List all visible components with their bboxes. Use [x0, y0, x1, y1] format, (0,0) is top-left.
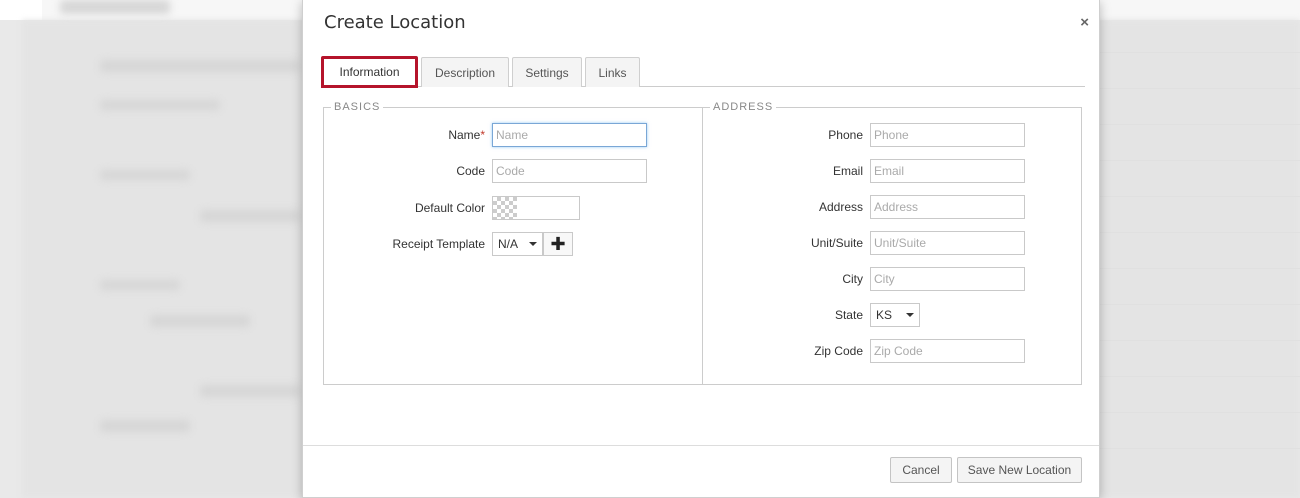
receipt-template-value: N/A — [498, 237, 519, 251]
create-location-modal: Create Location × Information Descriptio… — [302, 0, 1100, 498]
background-blur-block — [100, 420, 190, 432]
zip-code-input[interactable]: Zip Code — [870, 339, 1025, 363]
name-label: Name* — [448, 128, 485, 142]
address-label: Address — [818, 200, 863, 214]
modal-title: Create Location — [324, 12, 466, 33]
zip-code-row: Zip Code Zip Code — [702, 339, 1025, 363]
caret-down-icon — [906, 313, 914, 317]
background-divider — [1100, 340, 1300, 341]
state-label: State — [834, 308, 863, 322]
receipt-template-select[interactable]: N/A — [492, 232, 543, 256]
unit-suite-input[interactable]: Unit/Suite — [870, 231, 1025, 255]
basics-legend: BASICS — [334, 101, 381, 113]
phone-input[interactable]: Phone — [870, 123, 1025, 147]
background-blur-block — [200, 385, 300, 397]
zip-code-label: Zip Code — [814, 344, 863, 358]
unit-suite-label: Unit/Suite — [810, 236, 863, 250]
state-value: KS — [876, 308, 893, 322]
name-input[interactable]: Name — [492, 123, 647, 147]
receipt-template-label: Receipt Template — [392, 237, 486, 251]
caret-down-icon — [529, 242, 537, 246]
cancel-button[interactable]: Cancel — [890, 457, 952, 483]
default-color-row: Default Color — [323, 196, 580, 220]
city-row: City City — [702, 267, 1025, 291]
background-divider — [1100, 124, 1300, 125]
background-divider — [1100, 412, 1300, 413]
close-icon[interactable]: × — [1080, 14, 1089, 31]
default-color-label: Default Color — [414, 201, 485, 215]
email-label: Email — [832, 164, 863, 178]
city-label: City — [842, 272, 863, 286]
code-label: Code — [456, 164, 485, 178]
background-blur-block — [150, 315, 250, 327]
background-divider — [1100, 376, 1300, 377]
background-blur-block — [100, 280, 180, 290]
tab-bar: Information Description Settings Links — [321, 56, 1085, 88]
background-blur-block — [100, 60, 300, 72]
transparent-swatch-icon — [493, 197, 517, 219]
code-row: Code Code — [323, 159, 647, 183]
background-divider — [1100, 448, 1300, 449]
address-row: Address Address — [702, 195, 1025, 219]
background-blur-block — [100, 100, 220, 110]
email-row: Email Email — [702, 159, 1025, 183]
phone-row: Phone Phone — [702, 123, 1025, 147]
background-blur-block — [60, 0, 170, 14]
tab-settings[interactable]: Settings — [512, 57, 582, 87]
address-input[interactable]: Address — [870, 195, 1025, 219]
footer-divider — [303, 445, 1099, 446]
city-input[interactable]: City — [870, 267, 1025, 291]
tab-description[interactable]: Description — [421, 57, 509, 87]
tab-information[interactable]: Information — [321, 56, 418, 88]
phone-label: Phone — [828, 128, 863, 142]
background-divider — [1100, 196, 1300, 197]
address-legend: ADDRESS — [713, 101, 774, 113]
state-select[interactable]: KS — [870, 303, 920, 327]
background-divider — [1100, 232, 1300, 233]
email-input[interactable]: Email — [870, 159, 1025, 183]
code-input[interactable]: Code — [492, 159, 647, 183]
receipt-template-row: Receipt Template N/A ✚ — [323, 232, 573, 256]
tab-links[interactable]: Links — [585, 57, 640, 87]
background-divider — [1100, 160, 1300, 161]
plus-icon: ✚ — [550, 233, 566, 254]
background-blur-block — [100, 170, 190, 180]
name-row: Name* Name — [323, 123, 647, 147]
add-receipt-template-button[interactable]: ✚ — [543, 232, 573, 256]
unit-suite-row: Unit/Suite Unit/Suite — [702, 231, 1025, 255]
background-divider — [1100, 52, 1300, 53]
background-divider — [1100, 268, 1300, 269]
state-row: State KS — [702, 303, 920, 327]
save-new-location-button[interactable]: Save New Location — [957, 457, 1082, 483]
required-mark: * — [480, 128, 485, 142]
background-divider — [1100, 88, 1300, 89]
background-divider — [1100, 304, 1300, 305]
default-color-picker[interactable] — [492, 196, 580, 220]
background-blur-block — [200, 210, 300, 222]
